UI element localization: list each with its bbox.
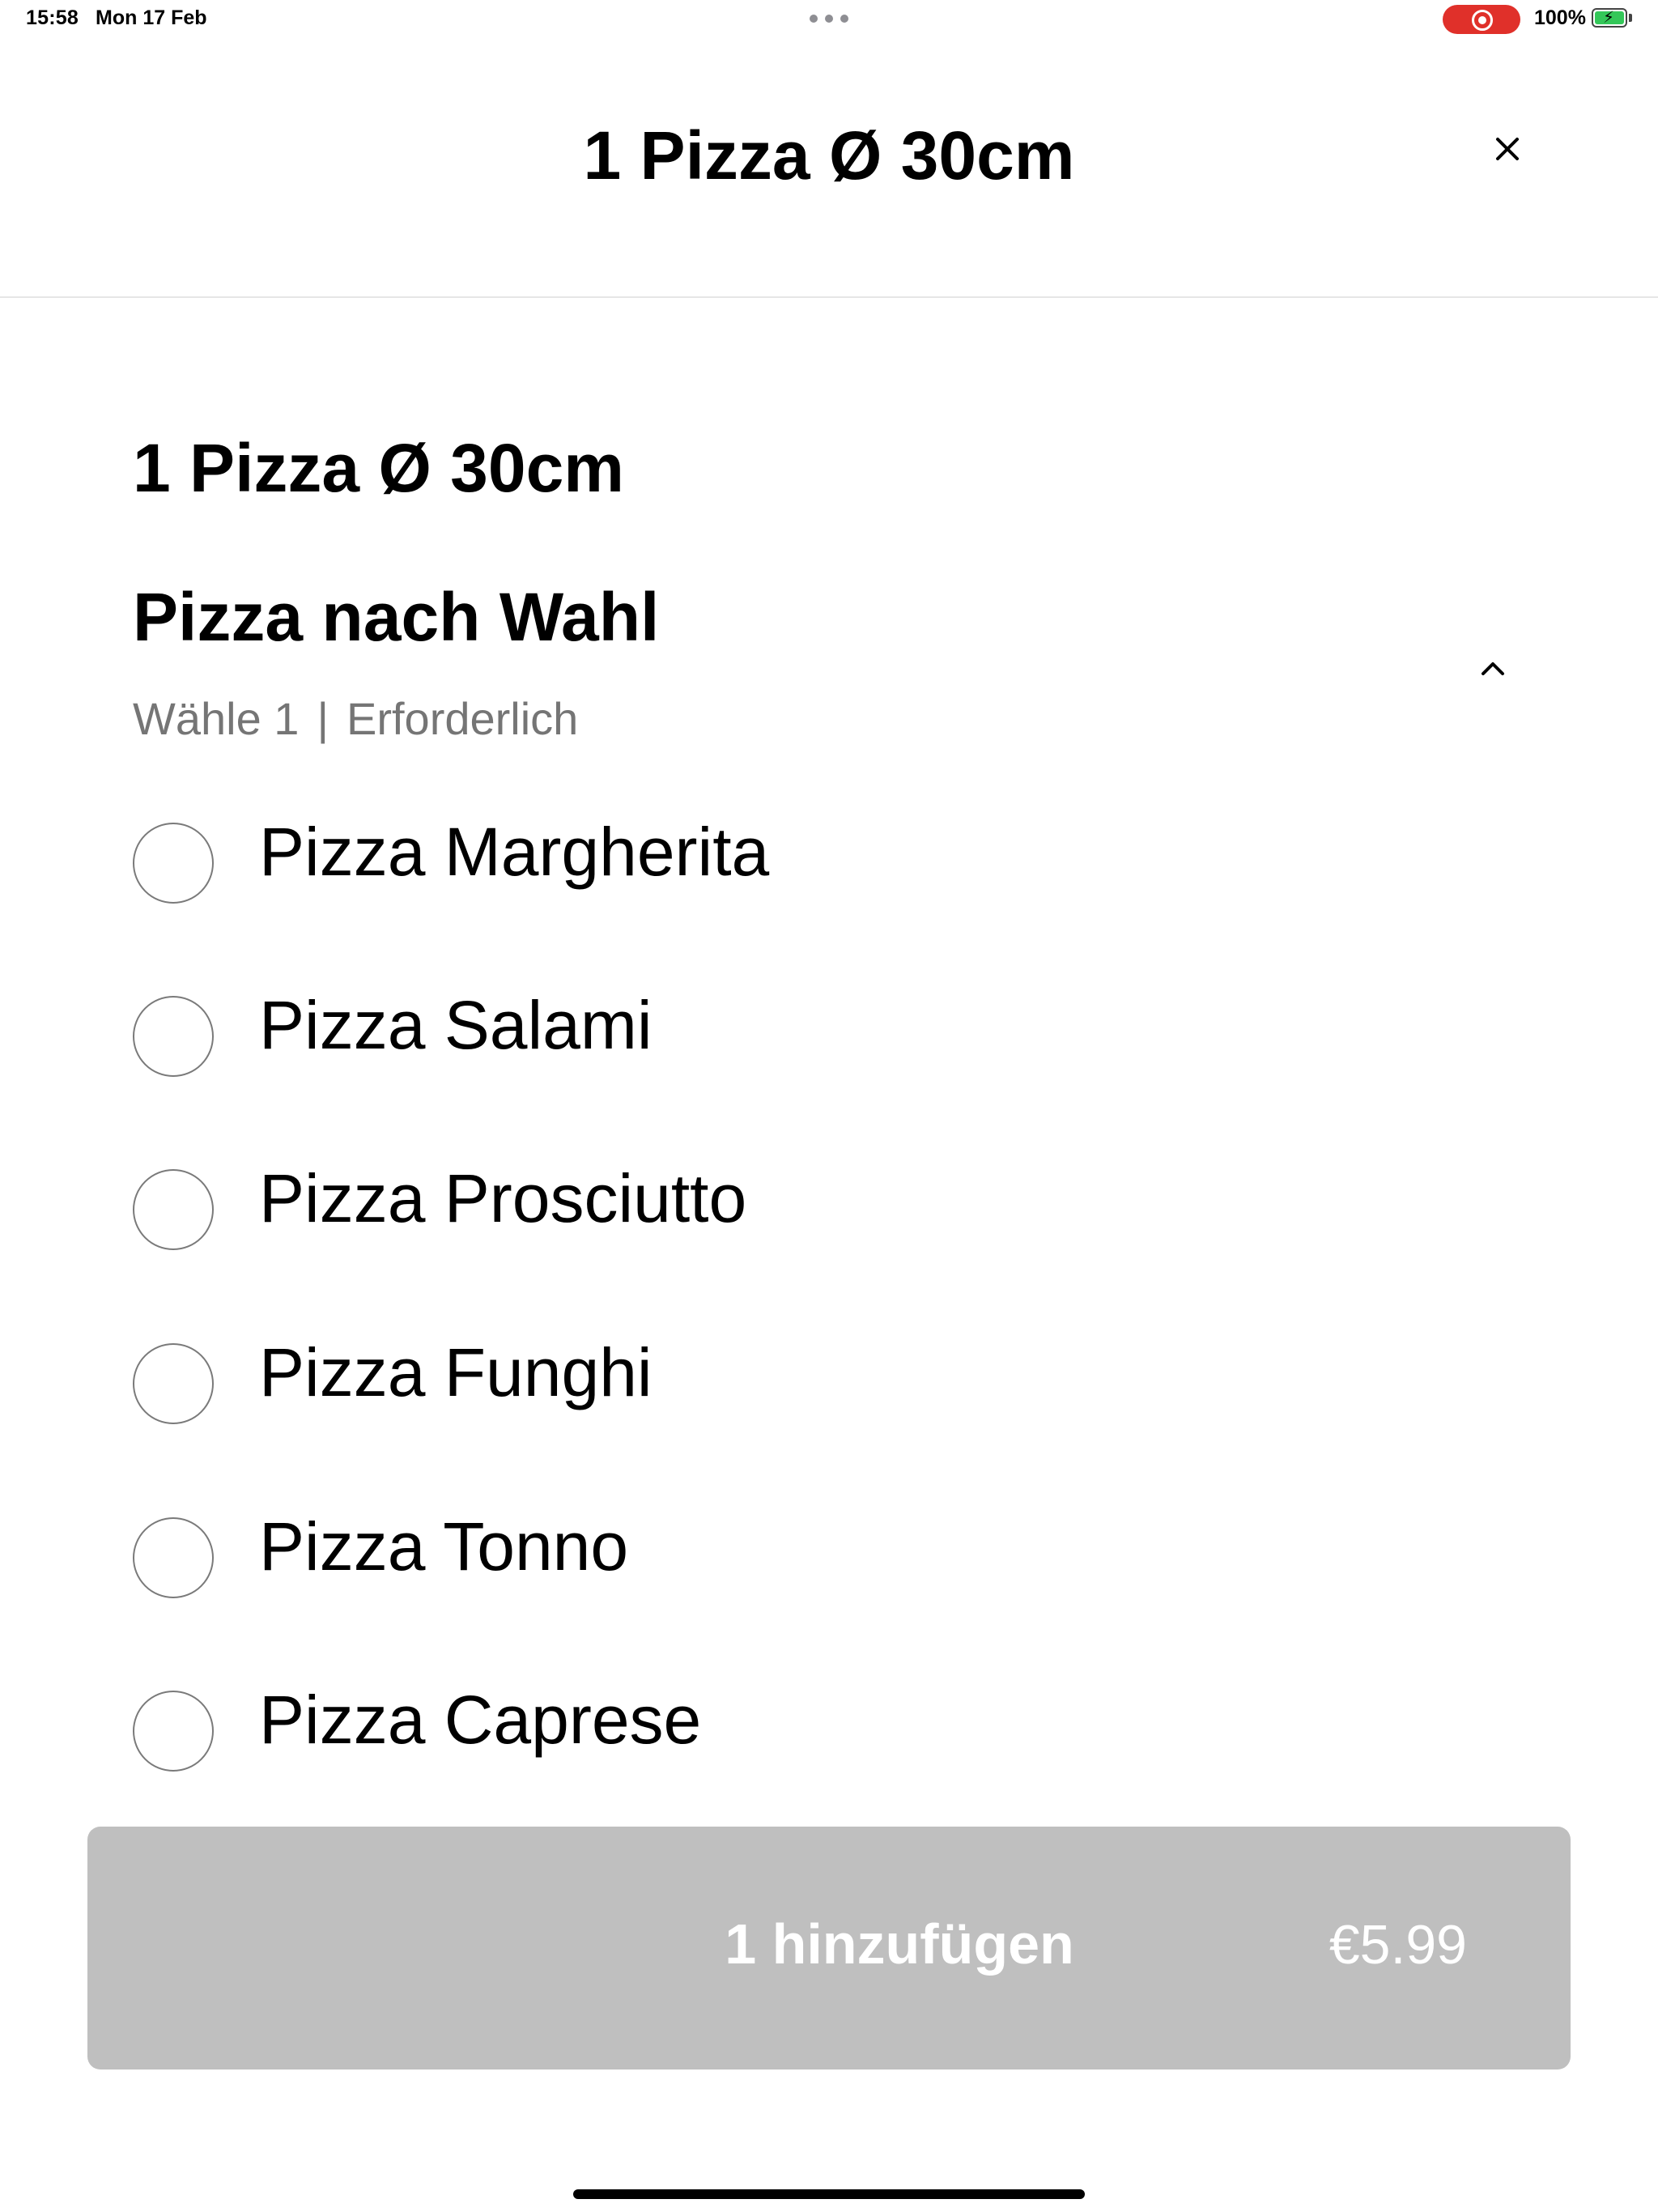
chevron-up-icon[interactable] [1477, 653, 1509, 685]
option-label: Pizza Prosciutto [259, 1160, 747, 1236]
status-date: Mon 17 Feb [96, 6, 207, 29]
option-label: Pizza Margherita [259, 814, 770, 890]
close-icon [1496, 138, 1519, 160]
status-bar: 15:58 Mon 17 Feb 100% ⚡ [0, 0, 1658, 39]
radio-button[interactable] [133, 1517, 214, 1598]
battery-cap [1629, 14, 1632, 22]
radio-button[interactable] [133, 1691, 214, 1772]
modal-header: 1 Pizza Ø 30cm [0, 39, 1658, 296]
option-pizza-prosciutto[interactable]: Pizza Prosciutto [133, 1164, 1525, 1261]
option-pizza-funghi[interactable]: Pizza Funghi [133, 1338, 1525, 1436]
option-label: Pizza Salami [259, 987, 653, 1063]
option-pizza-tonno[interactable]: Pizza Tonno [133, 1512, 1525, 1610]
add-button-price: €5.99 [1329, 1914, 1467, 1976]
requirements-separator: | [317, 693, 329, 744]
radio-button[interactable] [133, 823, 214, 904]
battery-icon: ⚡ [1592, 8, 1627, 28]
option-group-title: Pizza nach Wahl [133, 579, 660, 655]
required-text: Erforderlich [346, 693, 579, 744]
option-label: Pizza Caprese [259, 1682, 702, 1758]
choose-count-text: Wähle 1 [133, 693, 300, 744]
product-title: 1 Pizza Ø 30cm [133, 430, 624, 506]
modal-title: 1 Pizza Ø 30cm [583, 117, 1075, 194]
radio-button[interactable] [133, 996, 214, 1077]
page: 15:58 Mon 17 Feb 100% ⚡ 1 Pizza Ø 30cm 1… [0, 0, 1658, 2212]
option-group-header[interactable]: Pizza nach Wahl Wähle 1 | Erforderlich [133, 583, 1525, 745]
option-label: Pizza Tonno [259, 1508, 629, 1585]
radio-button[interactable] [133, 1343, 214, 1424]
header-divider [0, 296, 1658, 298]
home-indicator[interactable] [573, 2189, 1085, 2199]
option-pizza-caprese[interactable]: Pizza Caprese [133, 1686, 1525, 1783]
option-label: Pizza Funghi [259, 1334, 653, 1410]
screen-recording-icon[interactable] [1443, 5, 1520, 34]
battery-percentage: 100% [1534, 6, 1586, 29]
radio-button[interactable] [133, 1169, 214, 1250]
status-time: 15:58 [26, 6, 79, 29]
multitasking-dots-icon[interactable] [810, 15, 848, 23]
close-button[interactable] [1486, 128, 1528, 170]
option-pizza-salami[interactable]: Pizza Salami [133, 991, 1525, 1088]
option-group-requirements: Wähle 1 | Erforderlich [133, 696, 578, 742]
add-to-cart-button[interactable]: 1 hinzufügen €5.99 [87, 1827, 1571, 2069]
option-pizza-margherita[interactable]: Pizza Margherita [133, 818, 1525, 915]
